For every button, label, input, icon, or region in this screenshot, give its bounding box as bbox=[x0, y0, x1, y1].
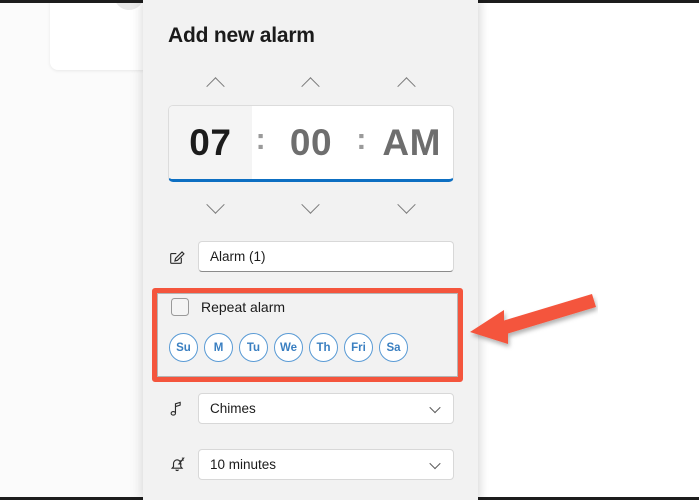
time-picker[interactable]: 07 : 00 : AM bbox=[168, 105, 454, 182]
repeat-alarm-label: Repeat alarm bbox=[201, 299, 286, 315]
period-value[interactable]: AM bbox=[370, 106, 453, 179]
chevron-down-icon bbox=[429, 457, 441, 469]
day-toggle-th[interactable]: Th bbox=[309, 333, 338, 362]
snooze-duration-value: 10 minutes bbox=[210, 457, 277, 472]
chevron-down-icon bbox=[206, 194, 225, 214]
panel-right-shadow bbox=[478, 0, 488, 500]
hour-increment-button[interactable] bbox=[168, 72, 263, 96]
chevron-up-icon bbox=[397, 76, 416, 96]
day-selector: Su M Tu We Th Fri Sa bbox=[168, 333, 454, 362]
chevron-up-icon bbox=[206, 76, 225, 96]
day-toggle-sa[interactable]: Sa bbox=[379, 333, 408, 362]
page-title: Add new alarm bbox=[168, 24, 315, 47]
repeat-alarm-section: Repeat alarm Su M Tu We Th Fri Sa bbox=[168, 296, 454, 362]
repeat-alarm-row[interactable]: Repeat alarm bbox=[168, 296, 454, 318]
screenshot-root: Su M Add new alarm 07 : 00 : bbox=[0, 0, 699, 500]
alarm-name-row: Alarm (1) bbox=[168, 241, 454, 272]
period-decrement-button[interactable] bbox=[359, 194, 454, 218]
day-toggle-m[interactable]: M bbox=[204, 333, 233, 362]
time-separator: : bbox=[356, 123, 367, 156]
chevron-down-icon bbox=[301, 194, 321, 214]
repeat-alarm-checkbox[interactable] bbox=[171, 298, 189, 316]
music-note-icon bbox=[168, 400, 198, 418]
time-decrement-row bbox=[168, 194, 454, 218]
time-increment-row bbox=[168, 72, 454, 96]
minute-decrement-button[interactable] bbox=[263, 194, 358, 218]
period-increment-button[interactable] bbox=[359, 72, 454, 96]
alarm-sound-dropdown[interactable]: Chimes bbox=[198, 393, 454, 424]
minute-value[interactable]: 00 bbox=[270, 106, 353, 179]
day-toggle-tu[interactable]: Tu bbox=[239, 333, 268, 362]
edit-pencil-icon bbox=[168, 248, 198, 266]
minute-increment-button[interactable] bbox=[263, 72, 358, 96]
snooze-duration-row: 10 minutes bbox=[168, 449, 454, 480]
day-toggle-we[interactable]: We bbox=[274, 333, 303, 362]
alarm-name-input[interactable]: Alarm (1) bbox=[198, 241, 454, 272]
snooze-duration-dropdown[interactable]: 10 minutes bbox=[198, 449, 454, 480]
background-app-left: Su M bbox=[0, 0, 214, 500]
hour-value[interactable]: 07 bbox=[169, 106, 252, 179]
add-new-alarm-panel: Add new alarm 07 : 00 : AM Alarm (1) Rep… bbox=[143, 0, 478, 500]
alarm-sound-value: Chimes bbox=[210, 401, 256, 416]
day-toggle-su[interactable]: Su bbox=[169, 333, 198, 362]
chevron-up-icon bbox=[301, 76, 321, 96]
snooze-bell-icon bbox=[168, 455, 198, 474]
hour-decrement-button[interactable] bbox=[168, 194, 263, 218]
alarm-sound-row: Chimes bbox=[168, 393, 454, 424]
time-separator: : bbox=[255, 123, 266, 156]
background-app-right bbox=[478, 0, 699, 500]
chevron-down-icon bbox=[397, 194, 416, 214]
chevron-down-icon bbox=[429, 401, 441, 413]
day-toggle-fri[interactable]: Fri bbox=[344, 333, 373, 362]
